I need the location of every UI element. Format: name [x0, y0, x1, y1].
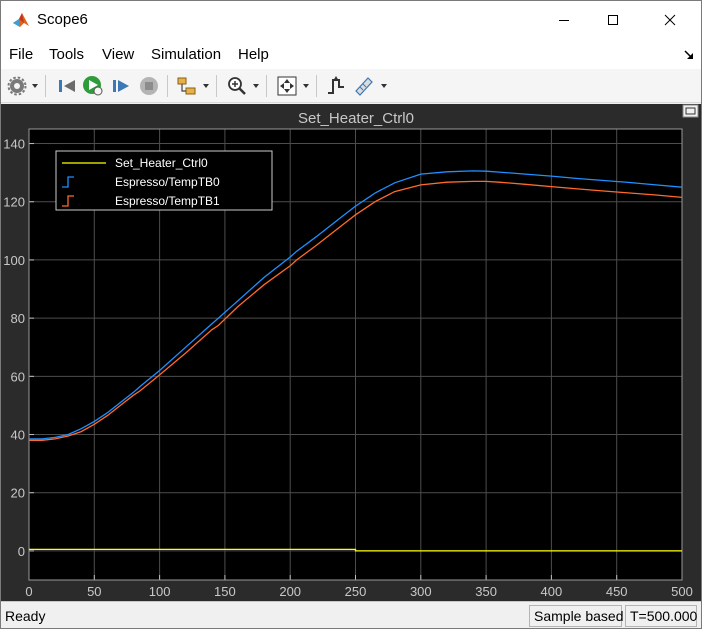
step-forward-button[interactable] [110, 74, 132, 98]
zoom-in-icon [228, 77, 246, 95]
chart-title: Set_Heater_Ctrl0 [298, 110, 414, 127]
window-title: Scope6 [37, 11, 88, 28]
menu-file[interactable]: File [9, 46, 33, 63]
dropdown-arrow-icon [303, 84, 309, 88]
run-icon [83, 76, 103, 96]
step-back-icon [59, 80, 75, 92]
y-tick-label: 120 [3, 195, 25, 210]
menu-simulation[interactable]: Simulation [151, 46, 221, 63]
x-tick-label: 200 [279, 584, 301, 599]
menu-help[interactable]: Help [238, 46, 269, 63]
zoom-dropdown[interactable] [252, 74, 260, 98]
stop-icon [140, 77, 158, 95]
x-tick-label: 400 [541, 584, 563, 599]
maximize-button[interactable] [590, 1, 636, 39]
close-button[interactable] [647, 1, 693, 39]
configuration-dropdown[interactable] [31, 74, 39, 98]
matlab-logo-icon [13, 13, 29, 27]
maximize-axes-button[interactable] [682, 104, 699, 118]
fit-to-view-button[interactable] [276, 74, 298, 98]
x-tick-label: 300 [410, 584, 432, 599]
highlight-dropdown[interactable] [202, 74, 210, 98]
legend[interactable]: Set_Heater_Ctrl0 Espresso/TempTB0 Espresso… [55, 150, 273, 211]
status-ready: Ready [5, 608, 46, 624]
undock-arrow-icon[interactable] [683, 49, 695, 61]
y-tick-label: 40 [11, 428, 25, 443]
highlight-block-icon [177, 77, 196, 95]
step-forward-icon [113, 80, 129, 92]
y-tick-label: 20 [11, 486, 25, 501]
x-tick-label: 100 [149, 584, 171, 599]
fit-to-view-icon [277, 76, 297, 96]
simulation-time-indicator: T=500.000 [625, 605, 697, 627]
toolbar-separator [316, 75, 317, 97]
y-tick-label: 0 [18, 544, 25, 559]
run-button[interactable] [82, 74, 104, 98]
minimize-icon [559, 20, 569, 21]
step-back-button[interactable] [56, 74, 78, 98]
configuration-button[interactable] [7, 74, 27, 98]
y-tick-label: 140 [3, 137, 25, 152]
dropdown-arrow-icon [381, 84, 387, 88]
dropdown-arrow-icon [203, 84, 209, 88]
menu-view[interactable]: View [102, 46, 134, 63]
x-tick-label: 250 [345, 584, 367, 599]
x-tick-label: 50 [87, 584, 101, 599]
measurements-dropdown[interactable] [380, 74, 388, 98]
toolbar-separator [167, 75, 168, 97]
triggers-icon [328, 76, 344, 94]
scope-plot[interactable]: Set_Heater_Ctrl0 0 50 100 150 200 250 300 350 40… [1, 104, 701, 601]
zoom-in-button[interactable] [226, 74, 248, 98]
toolbar-separator [45, 75, 46, 97]
y-tick-label: 60 [11, 369, 25, 384]
measurements-button[interactable] [353, 74, 375, 98]
legend-label: Set_Heater_Ctrl0 [115, 156, 208, 170]
toolbar [1, 69, 701, 103]
sample-mode-indicator: Sample based [529, 605, 624, 627]
stop-button[interactable] [138, 74, 160, 98]
scope-plot-region[interactable]: Set_Heater_Ctrl0 0 50 100 150 200 250 300 350 40… [1, 104, 701, 601]
measurements-icon [355, 77, 373, 96]
x-tick-label: 500 [671, 584, 693, 599]
menu-bar: File Tools View Simulation Help [1, 39, 701, 69]
legend-label: Espresso/TempTB1 [115, 194, 220, 208]
toolbar-separator [216, 75, 217, 97]
legend-label: Espresso/TempTB0 [115, 175, 220, 189]
minimize-button[interactable] [541, 1, 587, 39]
y-tick-label: 80 [11, 311, 25, 326]
x-tick-label: 350 [475, 584, 497, 599]
y-tick-label: 100 [3, 253, 25, 268]
close-icon [664, 14, 676, 26]
scope-window: Scope6 File Tools View Simulation Help S… [0, 0, 702, 629]
toolbar-separator [266, 75, 267, 97]
fit-dropdown[interactable] [302, 74, 310, 98]
highlight-block-button[interactable] [176, 74, 198, 98]
status-bar: Ready Sample based T=500.000 [1, 601, 701, 628]
triggers-button[interactable] [325, 74, 347, 98]
x-tick-label: 450 [606, 584, 628, 599]
x-tick-label: 150 [214, 584, 236, 599]
title-bar: Scope6 [1, 1, 701, 39]
maximize-icon [608, 15, 618, 25]
dropdown-arrow-icon [253, 84, 259, 88]
menu-tools[interactable]: Tools [49, 46, 84, 63]
gear-icon [7, 76, 27, 96]
x-tick-label: 0 [25, 584, 32, 599]
dropdown-arrow-icon [32, 84, 38, 88]
